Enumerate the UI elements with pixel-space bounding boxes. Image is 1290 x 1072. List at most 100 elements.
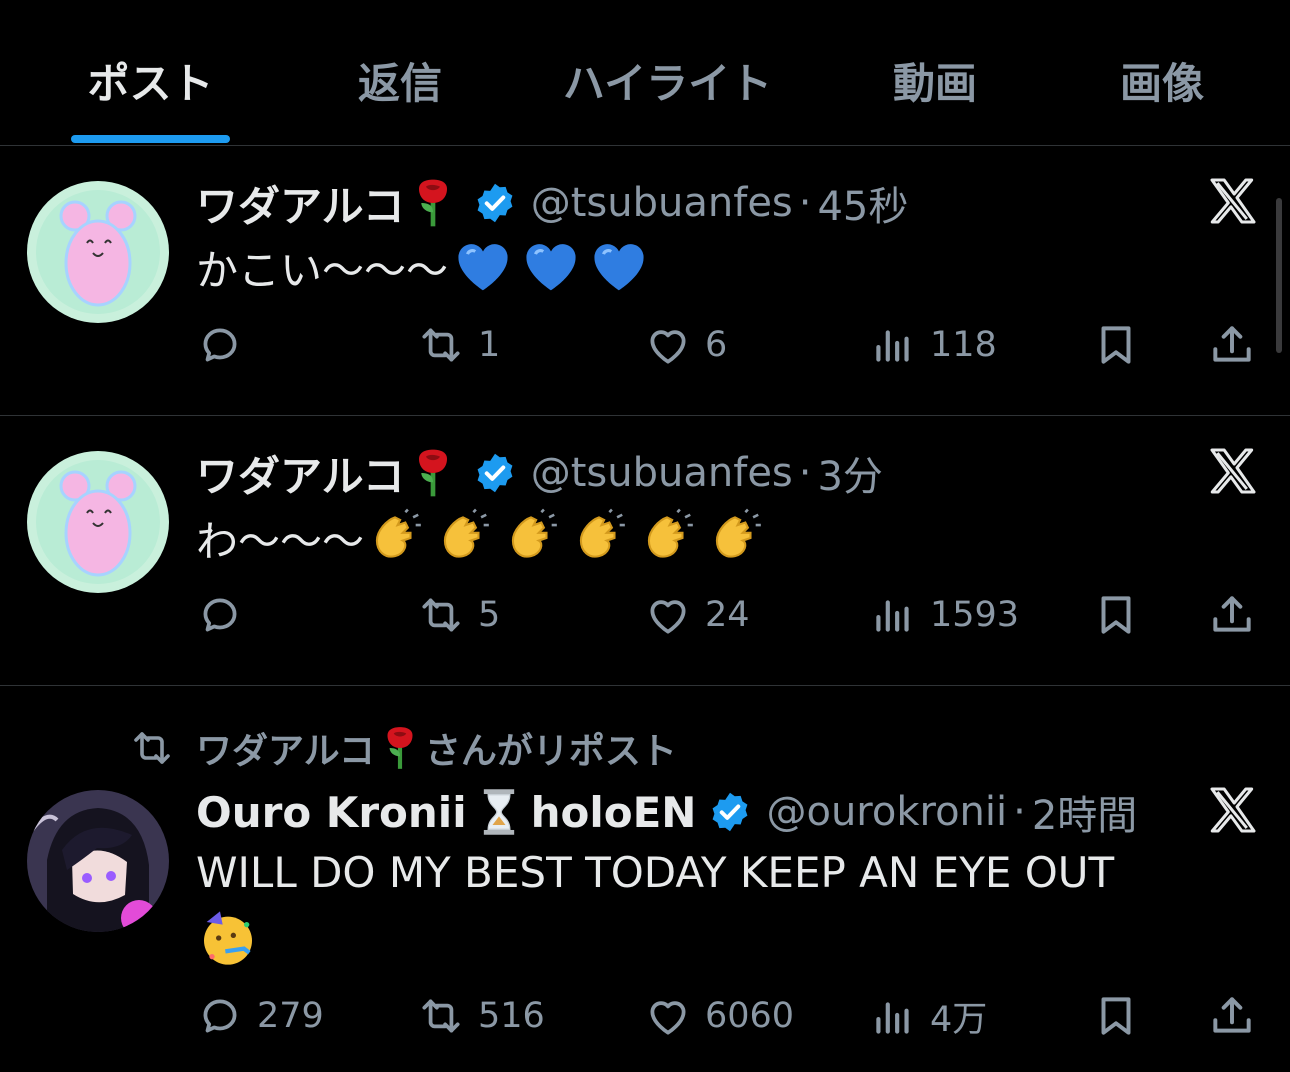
timestamp[interactable]: 3分 (817, 444, 882, 502)
profile-tabs: ポスト 返信 ハイライト 動画 画像 (0, 0, 1290, 146)
rose-emoji (405, 175, 461, 231)
reply-icon (195, 991, 245, 1041)
action-bar: 1 6 118 (0, 320, 1290, 380)
bookmark-button[interactable] (1091, 991, 1141, 1041)
share-icon (1207, 991, 1257, 1041)
action-bar: 279 516 6060 4万 (0, 991, 1290, 1051)
tab-posts[interactable]: ポスト (71, 50, 230, 110)
avatar[interactable] (27, 451, 169, 593)
clap-emoji (704, 507, 766, 569)
post-text-line: わ〜〜〜 (196, 507, 766, 569)
avatar[interactable] (27, 790, 169, 932)
like-count: 24 (705, 595, 750, 635)
blue-heart-emoji (452, 236, 514, 298)
share-button[interactable] (1207, 590, 1257, 640)
share-button[interactable] (1207, 320, 1257, 370)
clap-emoji (432, 507, 494, 569)
like-icon (643, 320, 693, 370)
verified-badge-icon[interactable] (708, 790, 752, 834)
tab-highlights[interactable]: ハイライト (545, 50, 790, 110)
separator-dot: · (798, 180, 812, 226)
bookmark-icon (1091, 991, 1141, 1041)
like-icon (643, 991, 693, 1041)
repost-count: 5 (478, 595, 501, 635)
share-icon (1207, 320, 1257, 370)
x-logo-icon (1205, 782, 1261, 838)
post-header: Ouro Kronii holoEN @ourokronii · 2時間 (196, 784, 1137, 840)
reply-button[interactable] (195, 590, 257, 640)
like-button[interactable]: 6060 (643, 991, 794, 1041)
separator-dot: · (798, 450, 812, 496)
views-button[interactable]: 1593 (868, 590, 1019, 640)
views-button[interactable]: 4万 (868, 991, 987, 1042)
reply-button[interactable] (195, 320, 257, 370)
bookmark-icon (1091, 590, 1141, 640)
handle[interactable]: @tsubuanfes (531, 180, 793, 226)
handle[interactable]: @ourokronii (766, 789, 1007, 835)
bookmark-icon (1091, 320, 1141, 370)
views-icon (868, 992, 918, 1042)
views-count: 118 (930, 325, 997, 365)
blue-heart-emoji (520, 236, 582, 298)
post-header: ワダアルコ @tsubuanfes · 3分 (196, 445, 883, 501)
post[interactable]: Ouro Kronii holoEN @ourokronii · 2時間 WIL… (0, 686, 1290, 1072)
tab-replies[interactable]: 返信 (330, 50, 470, 110)
post-text: かこい〜〜〜 (196, 245, 449, 295)
action-bar: 5 24 1593 (0, 590, 1290, 650)
repost-button[interactable]: 516 (416, 991, 545, 1041)
repost-icon (416, 991, 466, 1041)
verified-badge-icon[interactable] (473, 451, 517, 495)
views-icon (868, 320, 918, 370)
active-tab-indicator (71, 135, 230, 143)
separator-dot: · (1013, 789, 1026, 835)
clap-emoji (364, 507, 426, 569)
reply-button[interactable]: 279 (195, 991, 324, 1041)
reply-icon (195, 590, 245, 640)
tab-videos[interactable]: 動画 (865, 50, 1005, 110)
display-name[interactable]: Ouro Kronii (196, 788, 467, 837)
display-name[interactable]: ワダアルコ (196, 443, 405, 504)
share-button[interactable] (1207, 991, 1257, 1041)
clap-emoji (500, 507, 562, 569)
repost-count: 516 (478, 996, 545, 1036)
x-logo-icon (1205, 443, 1261, 499)
like-count: 6060 (705, 996, 795, 1036)
views-icon (868, 590, 918, 640)
blue-heart-emoji (588, 236, 650, 298)
avatar[interactable] (27, 181, 169, 323)
repost-button[interactable]: 1 (416, 320, 500, 370)
repost-button[interactable]: 5 (416, 590, 500, 640)
reply-icon (195, 320, 245, 370)
repost-icon (416, 320, 466, 370)
post-text: WILL DO MY BEST TODAY KEEP AN EYE OUT (196, 848, 1115, 897)
handle[interactable]: @tsubuanfes (531, 450, 793, 496)
display-name-suffix[interactable]: holoEN (531, 788, 697, 837)
party-face-emoji (196, 906, 260, 970)
verified-badge-icon[interactable] (473, 181, 517, 225)
post[interactable]: ワダアルコ @tsubuanfes · 45秒 かこい〜〜〜 1 6 118 (0, 145, 1290, 416)
repost-count: 1 (478, 325, 501, 365)
like-button[interactable]: 6 (643, 320, 727, 370)
like-button[interactable]: 24 (643, 590, 750, 640)
reply-count: 279 (257, 996, 324, 1036)
repost-icon (416, 590, 466, 640)
clap-emoji (636, 507, 698, 569)
post-text-line: かこい〜〜〜 (196, 237, 650, 297)
tab-images[interactable]: 画像 (1092, 50, 1232, 110)
timestamp[interactable]: 45秒 (817, 174, 908, 232)
bookmark-button[interactable] (1091, 320, 1141, 370)
post-header: ワダアルコ @tsubuanfes · 45秒 (196, 175, 908, 231)
views-button[interactable]: 118 (868, 320, 997, 370)
post[interactable]: ワダアルコ @tsubuanfes · 3分 わ〜〜〜 5 24 1593 (0, 415, 1290, 686)
bookmark-button[interactable] (1091, 590, 1141, 640)
display-name[interactable]: ワダアルコ (196, 173, 405, 234)
share-icon (1207, 590, 1257, 640)
like-icon (643, 590, 693, 640)
like-count: 6 (705, 325, 728, 365)
hourglass-emoji (473, 786, 525, 838)
x-logo-icon (1205, 173, 1261, 229)
post-text: わ〜〜〜 (196, 516, 365, 566)
clap-emoji (568, 507, 630, 569)
rose-emoji (405, 445, 461, 501)
timestamp[interactable]: 2時間 (1032, 783, 1137, 841)
